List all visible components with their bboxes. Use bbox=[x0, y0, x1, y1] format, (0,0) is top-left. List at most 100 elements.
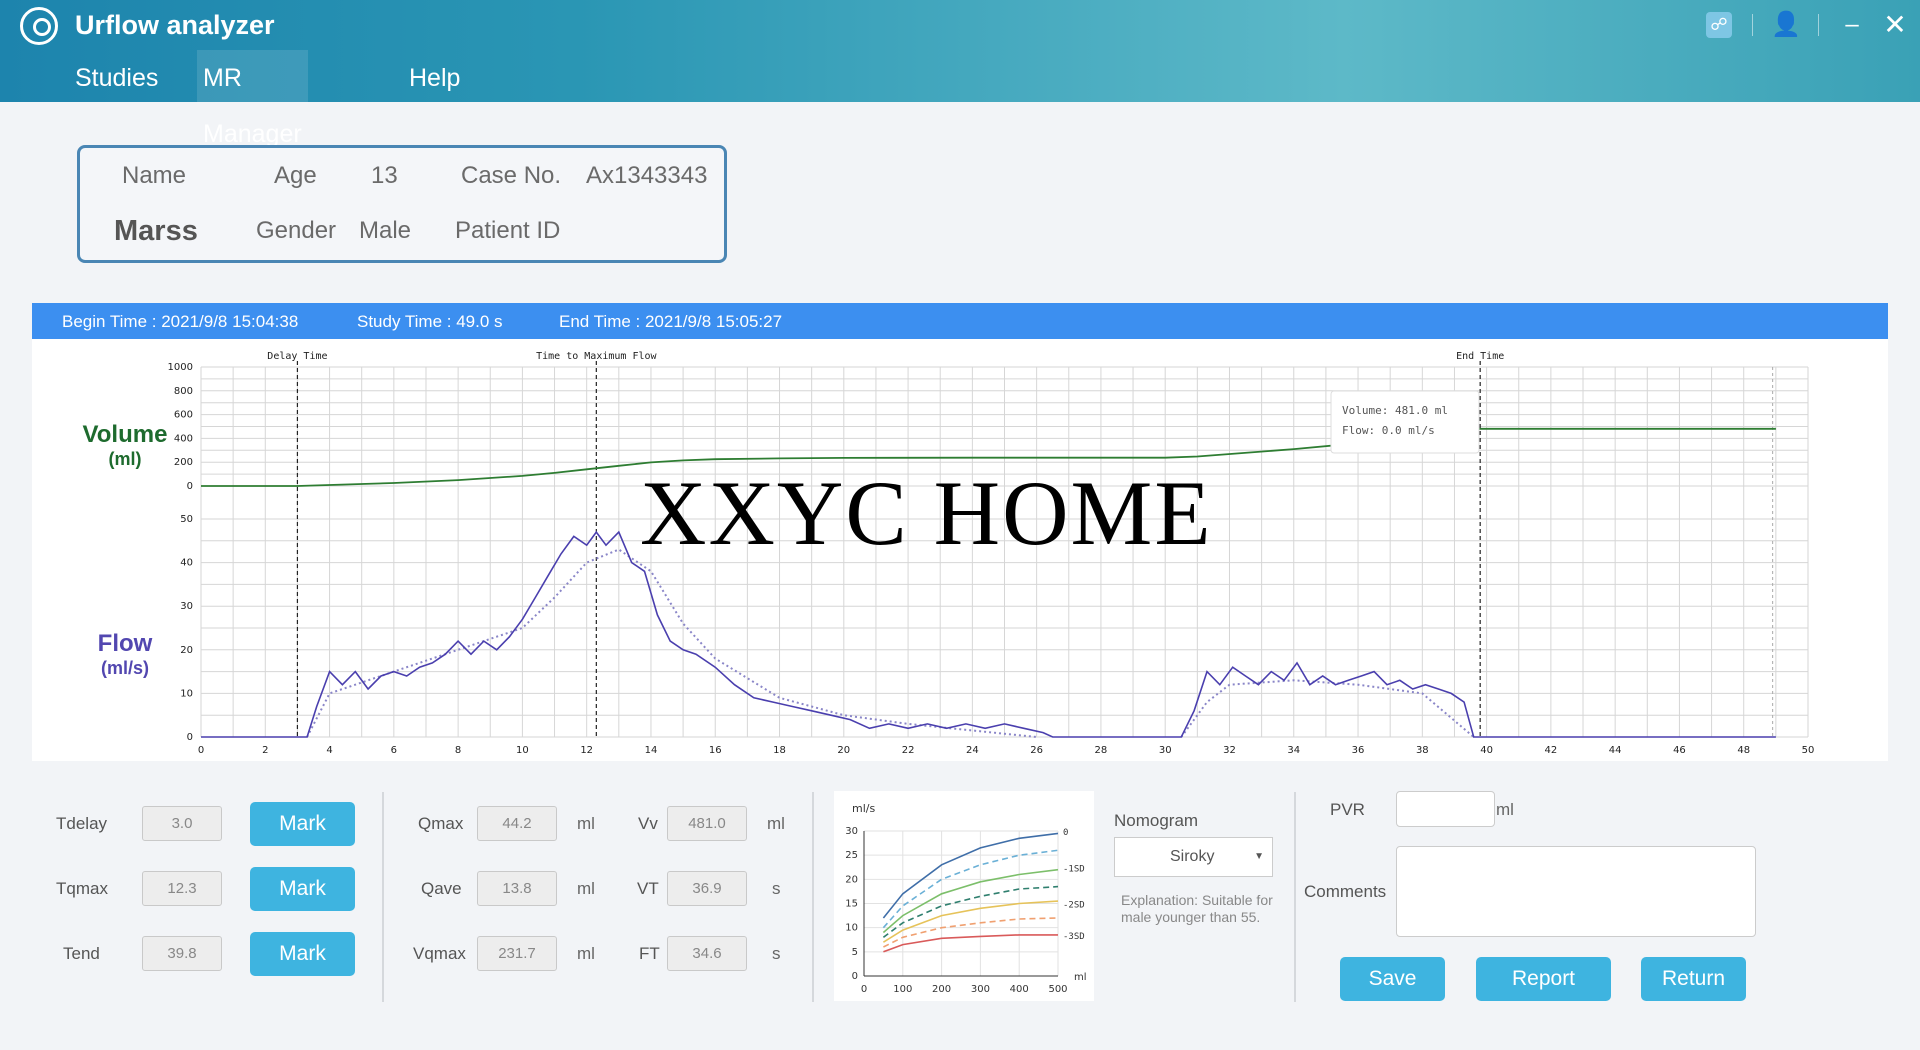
volume-tick-label: 1000 bbox=[168, 362, 193, 373]
begin-time: Begin Time : 2021/9/8 15:04:38 bbox=[62, 312, 299, 331]
x-tick-label: 12 bbox=[580, 745, 593, 756]
app-logo-icon bbox=[20, 7, 58, 45]
case-label: Case No. bbox=[461, 162, 562, 189]
x-tick-label: 22 bbox=[902, 745, 915, 756]
nomogram-x-tick: 200 bbox=[932, 984, 951, 995]
ft-unit: s bbox=[772, 944, 781, 963]
qave-unit: ml bbox=[577, 879, 595, 898]
tdelay-field: 3.0 bbox=[142, 806, 222, 841]
report-button[interactable]: Report bbox=[1476, 957, 1611, 1001]
vt-label: VT bbox=[637, 879, 659, 898]
end-time: End Time : 2021/9/8 15:05:27 bbox=[559, 312, 783, 331]
x-tick-label: 36 bbox=[1352, 745, 1365, 756]
flow-tick-label: 20 bbox=[180, 645, 193, 656]
x-tick-label: 48 bbox=[1737, 745, 1750, 756]
vv-label: Vv bbox=[638, 814, 658, 833]
volume-tick-label: 200 bbox=[174, 457, 193, 468]
vt-unit: s bbox=[772, 879, 781, 898]
tdelay-label: Tdelay bbox=[56, 814, 108, 833]
nomogram-sd-label: -1SD bbox=[1063, 864, 1085, 874]
x-tick-label: 8 bbox=[455, 745, 461, 756]
nomogram-y-tick: 0 bbox=[852, 971, 858, 982]
nomogram-x-unit: ml bbox=[1074, 972, 1087, 983]
nomogram-y-tick: 25 bbox=[845, 850, 858, 861]
x-tick-label: 6 bbox=[391, 745, 397, 756]
qmax-unit: ml bbox=[577, 814, 595, 833]
vqmax-label: Vqmax bbox=[413, 944, 466, 963]
x-tick-label: 10 bbox=[516, 745, 529, 756]
vqmax-field: 231.7 bbox=[477, 936, 557, 971]
flow-trend-line bbox=[306, 548, 1037, 738]
patient-card: Name Marss Age 13 Gender Male Case No. A… bbox=[77, 145, 727, 263]
tooltip-box bbox=[1330, 390, 1480, 454]
x-tick-label: 42 bbox=[1545, 745, 1558, 756]
marker-label: Time to Maximum Flow bbox=[536, 351, 657, 362]
divider bbox=[812, 792, 814, 1002]
divider bbox=[382, 792, 384, 1002]
nomogram-y-tick: 30 bbox=[845, 826, 858, 837]
tooltip-flow: Flow: 0.0 ml/s bbox=[1342, 424, 1435, 437]
tdelay-mark-button[interactable]: Mark bbox=[250, 802, 355, 846]
qmax-label: Qmax bbox=[418, 814, 464, 833]
nomogram-sd-label: -3SD bbox=[1063, 932, 1085, 942]
nomogram-x-tick: 0 bbox=[861, 984, 867, 995]
app-header: Urflow analyzer ☍ 👤 – ✕ Studies MR Manag… bbox=[0, 0, 1920, 148]
tqmax-label: Tqmax bbox=[56, 879, 108, 898]
case-number: Ax1343343 bbox=[586, 162, 708, 189]
nomogram-y-tick: 5 bbox=[852, 947, 858, 958]
marker-label: Delay Time bbox=[267, 351, 327, 362]
nomogram-select[interactable]: Siroky ▼ bbox=[1114, 837, 1273, 877]
vqmax-unit: ml bbox=[577, 944, 595, 963]
nomogram-chart: ml/s 0 100 200 300 400 500 0 5 10 15 20 25 30 ml 0 -1SD -… bbox=[845, 802, 1087, 995]
menu-mr-manager[interactable]: MR Manager bbox=[197, 50, 308, 148]
tend-field: 39.8 bbox=[142, 936, 222, 971]
flow-tick-label: 50 bbox=[180, 514, 193, 525]
user-icon[interactable]: 👤 bbox=[1771, 12, 1801, 38]
volume-tick-label: 600 bbox=[174, 410, 193, 421]
x-tick-label: 2 bbox=[262, 745, 268, 756]
age-label: Age bbox=[274, 162, 317, 189]
menu-help[interactable]: Help bbox=[403, 50, 466, 102]
flow-tick-label: 30 bbox=[180, 601, 193, 612]
nomogram-curve bbox=[883, 934, 1058, 953]
flow-tick-label: 0 bbox=[187, 732, 193, 743]
nomogram-sd-label: -2SD bbox=[1063, 901, 1085, 911]
nomogram-sd-label: 0 bbox=[1063, 828, 1068, 838]
nomogram-curve bbox=[882, 832, 1059, 919]
nomogram-panel: ml/s 0 100 200 300 400 500 0 5 10 15 20 25 30 ml 0 -1SD -… bbox=[834, 791, 1094, 1001]
flow-tick-label: 10 bbox=[180, 688, 193, 699]
nomogram-y-tick: 10 bbox=[845, 923, 858, 934]
nomogram-y-unit: ml/s bbox=[852, 802, 875, 815]
menu-studies[interactable]: Studies bbox=[69, 50, 164, 102]
x-tick-label: 14 bbox=[645, 745, 658, 756]
gender-label: Gender bbox=[256, 217, 337, 244]
tooltip-volume: Volume: 481.0 ml bbox=[1342, 404, 1448, 417]
x-tick-label: 46 bbox=[1673, 745, 1686, 756]
save-button[interactable]: Save bbox=[1340, 957, 1445, 1001]
ft-label: FT bbox=[639, 944, 660, 963]
nomogram-x-tick: 400 bbox=[1010, 984, 1029, 995]
x-tick-label: 18 bbox=[773, 745, 786, 756]
pvr-input[interactable] bbox=[1396, 791, 1495, 827]
return-button[interactable]: Return bbox=[1641, 957, 1746, 1001]
comments-input[interactable] bbox=[1396, 846, 1756, 937]
study-time-bar: Begin Time : 2021/9/8 15:04:38 Study Tim… bbox=[32, 303, 1888, 339]
tend-mark-button[interactable]: Mark bbox=[250, 932, 355, 976]
ft-field: 34.6 bbox=[667, 936, 747, 971]
pvr-unit: ml bbox=[1496, 800, 1514, 819]
vv-unit: ml bbox=[767, 814, 785, 833]
x-tick-label: 26 bbox=[1030, 745, 1043, 756]
close-icon[interactable]: ✕ bbox=[1880, 11, 1910, 39]
tqmax-mark-button[interactable]: Mark bbox=[250, 867, 355, 911]
divider bbox=[1818, 14, 1819, 36]
marker-label: End Time bbox=[1456, 351, 1504, 362]
minimize-icon[interactable]: – bbox=[1837, 12, 1867, 38]
link-icon[interactable]: ☍ bbox=[1706, 12, 1732, 38]
flow-trend-line bbox=[1180, 679, 1475, 738]
qmax-field: 44.2 bbox=[477, 806, 557, 841]
divider bbox=[1752, 14, 1753, 36]
volume-tick-label: 800 bbox=[174, 386, 193, 397]
qave-field: 13.8 bbox=[477, 871, 557, 906]
x-tick-label: 30 bbox=[1159, 745, 1172, 756]
nomogram-explanation: Explanation: Suitable for male younger t… bbox=[1121, 892, 1273, 925]
